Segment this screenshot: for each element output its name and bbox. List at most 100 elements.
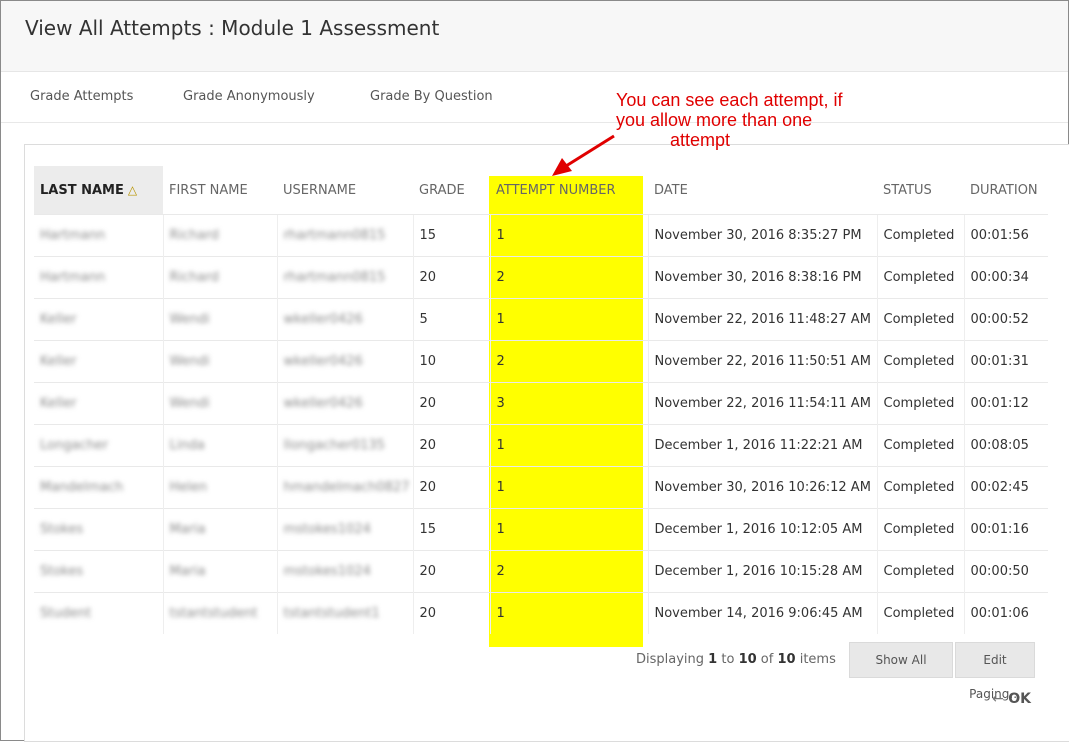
grade-cell: 15 (412, 214, 490, 257)
attempt-number-cell[interactable]: 1 (489, 298, 648, 341)
grade-anonymously-button[interactable]: Grade Anonymously (183, 89, 315, 104)
table-row[interactable]: Stokes Maria mstokes1024 15 1 December 1… (34, 508, 1048, 551)
date-cell: December 1, 2016 10:15:28 AM (647, 550, 877, 593)
annotation-line-1: You can see each attempt, if (616, 90, 843, 110)
table-row[interactable]: Longacher Linda llongacher0135 20 1 Dece… (34, 424, 1048, 467)
column-header-label: FIRST NAME (169, 182, 248, 198)
column-header-first-name[interactable]: FIRST NAME (163, 166, 277, 215)
column-header-status[interactable]: STATUS (877, 166, 964, 215)
table-row[interactable]: Hartmann Richard rhartmann0815 20 2 Nove… (34, 256, 1048, 299)
date-cell: December 1, 2016 11:22:21 AM (647, 424, 877, 467)
last-name-cell: Keller (34, 298, 163, 341)
date-cell: November 30, 2016 8:35:27 PM (647, 214, 877, 257)
date-cell: November 14, 2016 9:06:45 AM (647, 592, 877, 634)
grade-by-question-button[interactable]: Grade By Question (370, 89, 493, 104)
attempt-number-cell[interactable]: 2 (489, 340, 648, 383)
status-cell: Completed (876, 508, 964, 551)
status-cell: Completed (876, 424, 964, 467)
back-arrow-icon: ← (992, 691, 1004, 707)
first-name-cell: Richard (162, 214, 277, 257)
attempt-number-cell[interactable]: 2 (489, 550, 648, 593)
grade-cell: 20 (412, 256, 490, 299)
table-row[interactable]: Hartmann Richard rhartmann0815 15 1 Nove… (34, 214, 1048, 257)
last-name-cell: Mandelmach (34, 466, 163, 509)
first-name-cell: Wendi (162, 298, 277, 341)
first-name-cell: Maria (162, 508, 277, 551)
attempt-number-cell[interactable]: 3 (489, 382, 648, 425)
grade-cell: 20 (412, 592, 490, 634)
last-name-cell: Stokes (34, 550, 163, 593)
first-name-cell: Wendi (162, 382, 277, 425)
grade-cell: 10 (412, 340, 490, 383)
duration-cell: 00:08:05 (963, 424, 1048, 467)
last-name-cell: Stokes (34, 508, 163, 551)
last-name-cell: Keller (34, 340, 163, 383)
status-cell: Completed (876, 340, 964, 383)
username-cell: mstokes1024 (276, 550, 413, 593)
attempt-number-cell[interactable]: 1 (489, 508, 648, 551)
first-name-cell: Richard (162, 256, 277, 299)
username-cell: wkeller0426 (276, 340, 413, 383)
sort-ascending-icon[interactable]: △ (128, 183, 137, 197)
status-cell: Completed (876, 466, 964, 509)
column-header-label: USERNAME (283, 182, 357, 198)
table-row[interactable]: Keller Wendi wkeller0426 20 3 November 2… (34, 382, 1048, 425)
username-cell: rhartmann0815 (276, 214, 413, 257)
page-title: View All Attempts : Module 1 Assessment (25, 16, 440, 40)
ok-button[interactable]: ← OK (992, 691, 1031, 707)
attempt-number-cell[interactable]: 1 (489, 466, 648, 509)
duration-cell: 00:00:34 (963, 256, 1048, 299)
last-name-cell: Hartmann (34, 256, 163, 299)
annotation-line-2: you allow more than one (616, 110, 813, 130)
show-all-button[interactable]: Show All (849, 642, 953, 678)
first-name-cell: Helen (162, 466, 277, 509)
attempt-number-cell[interactable]: 2 (489, 256, 648, 299)
column-header-last-name[interactable]: LAST NAME △ (34, 166, 163, 215)
table-row[interactable]: Keller Wendi wkeller0426 10 2 November 2… (34, 340, 1048, 383)
date-cell: November 22, 2016 11:54:11 AM (647, 382, 877, 425)
table-row[interactable]: Stokes Maria mstokes1024 20 2 December 1… (34, 550, 1048, 593)
annotation-callout: You can see each attempt, if you allow m… (616, 90, 916, 150)
column-header-attempt-number[interactable]: ATTEMPT NUMBER (490, 166, 648, 215)
table-row[interactable]: Student tstantstudent tstantstudent1 20 … (34, 592, 1048, 634)
date-cell: December 1, 2016 10:12:05 AM (647, 508, 877, 551)
status-cell: Completed (876, 214, 964, 257)
column-header-date[interactable]: DATE (648, 166, 877, 215)
column-header-label: GRADE (419, 182, 465, 198)
column-header-username[interactable]: USERNAME (277, 166, 413, 215)
duration-cell: 00:01:06 (963, 592, 1048, 634)
attempt-number-cell[interactable]: 1 (489, 214, 648, 257)
username-cell: hmandelmach0827 (276, 466, 413, 509)
duration-cell: 00:01:12 (963, 382, 1048, 425)
date-cell: November 30, 2016 10:26:12 AM (647, 466, 877, 509)
attempt-number-cell[interactable]: 1 (489, 592, 648, 634)
attempt-number-cell[interactable]: 1 (489, 424, 648, 467)
duration-cell: 00:01:16 (963, 508, 1048, 551)
status-cell: Completed (876, 256, 964, 299)
date-cell: November 22, 2016 11:50:51 AM (647, 340, 877, 383)
status-cell: Completed (876, 550, 964, 593)
grade-cell: 20 (412, 550, 490, 593)
column-header-label: DATE (654, 182, 688, 198)
last-name-cell: Hartmann (34, 214, 163, 257)
page-header: View All Attempts : Module 1 Assessment (1, 1, 1068, 72)
grade-cell: 5 (412, 298, 490, 341)
status-cell: Completed (876, 592, 964, 634)
last-name-cell: Longacher (34, 424, 163, 467)
edit-paging-button[interactable]: Edit Paging... (955, 642, 1035, 701)
column-header-label: ATTEMPT NUMBER (496, 182, 616, 198)
column-header-grade[interactable]: GRADE (413, 166, 490, 215)
username-cell: mstokes1024 (276, 508, 413, 551)
first-name-cell: tstantstudent (162, 592, 277, 634)
duration-cell: 00:00:50 (963, 550, 1048, 593)
grade-attempts-button[interactable]: Grade Attempts (30, 89, 133, 104)
username-cell: rhartmann0815 (276, 256, 413, 299)
username-cell: llongacher0135 (276, 424, 413, 467)
table-row[interactable]: Keller Wendi wkeller0426 5 1 November 22… (34, 298, 1048, 341)
attempts-table: LAST NAME △ FIRST NAME USERNAME GRADE ATT… (34, 166, 1048, 634)
duration-cell: 00:01:56 (963, 214, 1048, 257)
grade-cell: 15 (412, 508, 490, 551)
grade-cell: 20 (412, 382, 490, 425)
table-row[interactable]: Mandelmach Helen hmandelmach0827 20 1 No… (34, 466, 1048, 509)
column-header-duration[interactable]: DURATION (964, 166, 1048, 215)
